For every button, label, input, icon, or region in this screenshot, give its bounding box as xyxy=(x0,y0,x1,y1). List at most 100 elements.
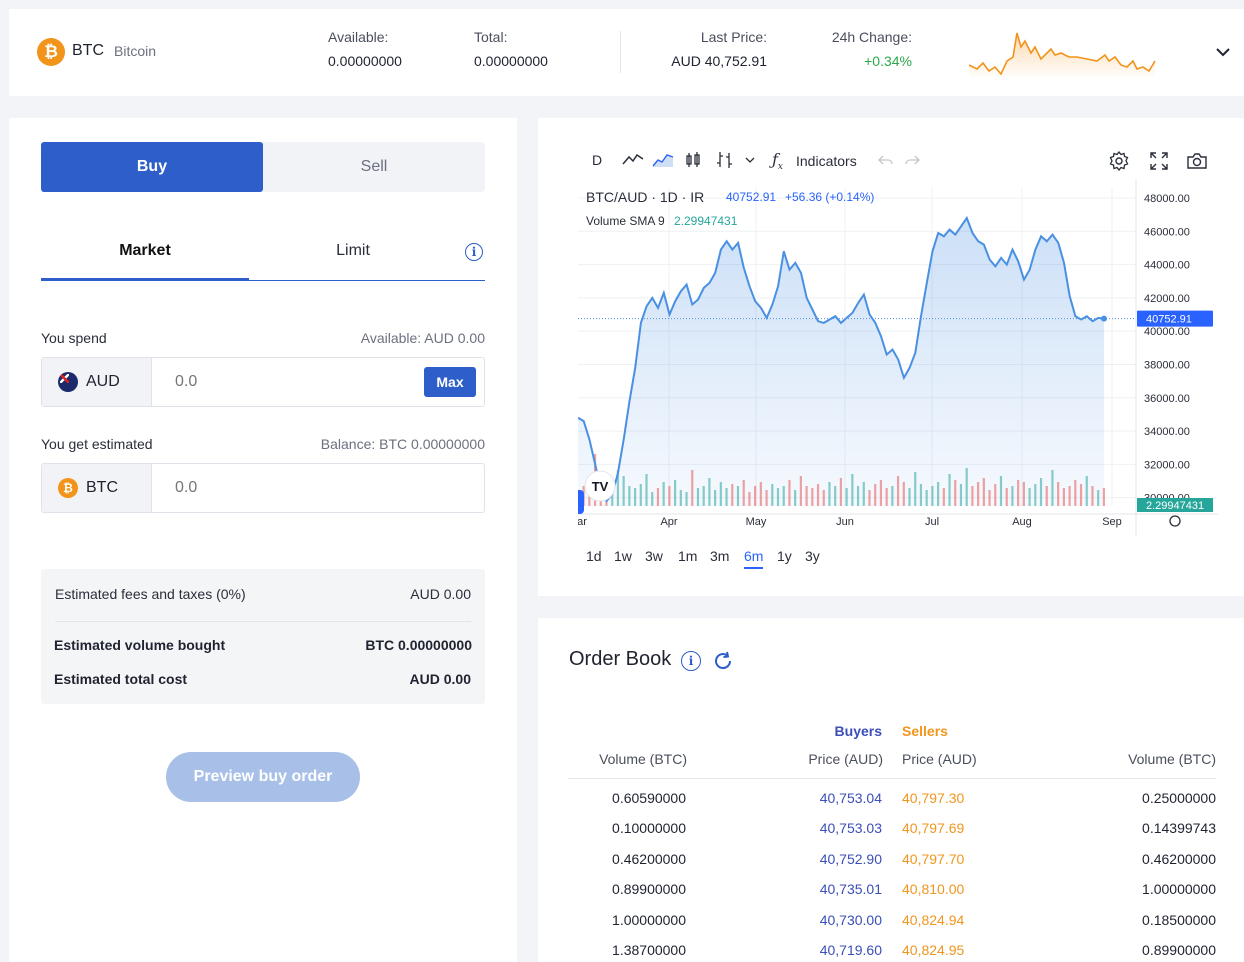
sell-volume: 0.25000000 xyxy=(1142,790,1216,806)
total-cost-label: Estimated total cost xyxy=(54,671,188,687)
axis-settings-icon xyxy=(1169,515,1181,527)
x-tick-label: Jul xyxy=(925,516,939,528)
change-label: 24h Change: xyxy=(831,29,912,45)
buy-price: 40,753.04 xyxy=(819,790,882,806)
volume-label: Estimated volume bought xyxy=(54,637,226,653)
legend-pair: BTC/AUD · 1D · IR xyxy=(586,189,704,205)
total-value: 0.00000000 xyxy=(474,53,548,69)
change-value: +0.34% xyxy=(864,53,912,69)
max-button[interactable]: Max xyxy=(424,367,476,397)
get-field: ₿ BTC xyxy=(41,463,485,513)
line-chart-icon[interactable] xyxy=(622,152,644,168)
last-price-dot xyxy=(1101,315,1107,322)
order-book-title: Order Book xyxy=(569,648,672,670)
x-tick-label: ar xyxy=(578,516,587,528)
tradingview-logo-mark: TV xyxy=(592,479,609,494)
buy-volume: 0.60590000 xyxy=(612,790,686,806)
volume-value: BTC 0.00000000 xyxy=(365,637,472,653)
range-6m[interactable]: 6m xyxy=(744,548,764,569)
order-book-row: 0.10000000 40,753.03 40,797.69 0.14399743 xyxy=(568,820,1216,850)
interval-button[interactable]: D xyxy=(592,152,602,168)
info-icon[interactable]: i xyxy=(465,243,483,261)
range-1w[interactable]: 1w xyxy=(614,548,632,564)
get-currency: BTC xyxy=(86,479,118,496)
spend-available: Available: AUD 0.00 xyxy=(360,330,485,346)
redo-icon[interactable] xyxy=(904,154,920,166)
range-3w[interactable]: 3w xyxy=(645,548,663,564)
last-price-tag-label: 40752.91 xyxy=(1146,314,1192,326)
get-currency-selector[interactable]: ₿ BTC xyxy=(42,464,152,512)
sell-button[interactable]: Sell xyxy=(263,142,485,192)
indicators-button[interactable]: Indicators xyxy=(796,153,857,169)
total-label: Total: xyxy=(474,29,508,45)
tab-limit[interactable]: Limit xyxy=(249,231,457,279)
bars-icon[interactable] xyxy=(716,151,734,169)
get-label: You get estimated xyxy=(41,436,153,452)
bitcoin-icon: ₿ xyxy=(58,478,78,498)
y-tick-label: 32000.00 xyxy=(1144,459,1190,471)
order-book-row: 1.38700000 40,719.60 40,824.95 0.89900000 xyxy=(568,942,1216,962)
total-cost-row: Estimated total cost AUD 0.00 xyxy=(54,671,471,687)
buy-volume: 0.10000000 xyxy=(612,820,686,837)
price-chart[interactable]: 48000.00 46000.00 44000.00 42000.00 40000.00… xyxy=(578,180,1218,536)
chevron-down-icon[interactable] xyxy=(745,157,755,164)
scroll-left-handle xyxy=(578,490,584,514)
price-chart-panel: D ƒx Indicators 48000.00 46000.00 44000.00… xyxy=(538,118,1244,596)
range-1m[interactable]: 1m xyxy=(678,548,697,564)
trade-panel: Buy Sell Market Limit i You spend Availa… xyxy=(9,118,517,962)
y-tick-label: 48000.00 xyxy=(1144,193,1190,205)
order-book-row: 1.00000000 40,730.00 40,824.94 0.18500000 xyxy=(568,912,1216,942)
price-sparkline xyxy=(969,32,1156,77)
sell-price: 40,824.94 xyxy=(902,911,965,928)
spend-currency-selector[interactable]: AUD xyxy=(42,358,152,406)
sell-volume: 0.89900000 xyxy=(1142,942,1216,958)
asset-symbol: BTC xyxy=(72,42,104,59)
candles-icon[interactable] xyxy=(684,151,702,169)
undo-icon[interactable] xyxy=(878,154,894,166)
range-3m[interactable]: 3m xyxy=(710,548,729,564)
range-3y[interactable]: 3y xyxy=(805,548,820,564)
buy-price: 40,752.90 xyxy=(819,850,882,867)
fees-value: AUD 0.00 xyxy=(410,586,471,602)
buy-price: 40,730.00 xyxy=(819,911,882,928)
get-input[interactable] xyxy=(152,464,484,512)
col-buy-price: Price (AUD) xyxy=(808,751,883,767)
last-price-label: Last Price: xyxy=(700,29,767,45)
range-1d[interactable]: 1d xyxy=(586,548,602,564)
sell-volume: 0.18500000 xyxy=(1142,911,1216,928)
x-tick-label: Apr xyxy=(660,516,677,528)
y-tick-label: 36000.00 xyxy=(1144,393,1190,405)
range-1y[interactable]: 1y xyxy=(777,548,792,564)
function-icon[interactable]: ƒx xyxy=(772,150,783,172)
spend-label: You spend xyxy=(41,330,107,346)
camera-icon[interactable] xyxy=(1186,152,1208,170)
x-tick-label: Aug xyxy=(1012,516,1032,528)
fees-label: Estimated fees and taxes (0%) xyxy=(55,586,246,602)
y-tick-label: 44000.00 xyxy=(1144,260,1190,272)
estimate-summary: Estimated fees and taxes (0%) AUD 0.00 E… xyxy=(41,569,485,704)
buy-button[interactable]: Buy xyxy=(41,142,263,192)
refresh-icon[interactable] xyxy=(712,650,734,672)
tab-market[interactable]: Market xyxy=(41,231,249,281)
info-icon[interactable]: i xyxy=(681,651,701,671)
settings-gear-icon[interactable] xyxy=(1109,151,1129,171)
last-price-value: AUD 40,752.91 xyxy=(671,53,767,69)
sell-price: 40,810.00 xyxy=(902,881,965,898)
spend-field: AUD Max xyxy=(41,357,485,407)
buy-volume: 1.38700000 xyxy=(612,942,686,958)
sell-price: 40,797.30 xyxy=(902,790,965,806)
legend-change: +56.36 (+0.14%) xyxy=(785,190,874,204)
buy-volume: 0.89900000 xyxy=(612,881,686,898)
order-book-row: 0.89900000 40,735.01 40,810.00 1.00000000 xyxy=(568,881,1216,911)
order-book-panel: Order Book i Buyers Sellers Volume (BTC)… xyxy=(538,618,1244,962)
buy-sell-toggle: Buy Sell xyxy=(41,142,485,192)
available-value: 0.00000000 xyxy=(328,53,402,69)
preview-buy-order-button[interactable]: Preview buy order xyxy=(166,752,360,802)
fullscreen-icon[interactable] xyxy=(1150,152,1168,170)
sell-price: 40,797.69 xyxy=(902,820,965,837)
y-tick-label: 42000.00 xyxy=(1144,293,1190,305)
australia-flag-icon xyxy=(58,372,78,392)
area-chart-icon[interactable] xyxy=(652,152,674,168)
chevron-down-icon[interactable] xyxy=(1216,47,1230,57)
buy-volume: 0.46200000 xyxy=(612,850,686,867)
